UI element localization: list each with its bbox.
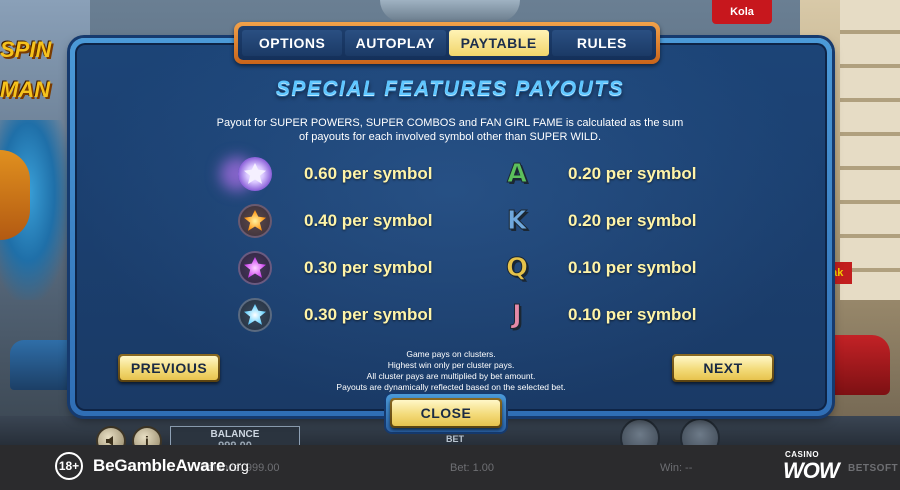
payout-row: K 0.20 per symbol bbox=[494, 201, 697, 241]
note-line: Game pays on clusters. bbox=[406, 349, 496, 359]
background-arch bbox=[380, 0, 520, 22]
payout-value: 0.30 per symbol bbox=[304, 258, 433, 277]
close-button-label: CLOSE bbox=[392, 400, 500, 426]
white-crystal-icon bbox=[232, 154, 278, 194]
letter-q-icon: Q bbox=[505, 253, 529, 283]
payout-row: 0.60 per symbol bbox=[232, 154, 433, 194]
payout-value: 0.60 per symbol bbox=[304, 164, 433, 183]
letter-j-icon: J bbox=[512, 300, 523, 330]
letter-k-icon: K bbox=[506, 206, 528, 236]
balance-label: BALANCE bbox=[210, 429, 260, 440]
tab-autoplay[interactable]: AUTOPLAY bbox=[345, 30, 446, 56]
page-title: SPECIAL FEATURES PAYOUTS bbox=[275, 77, 625, 100]
note-line: Payouts are dynamically reflected based … bbox=[336, 382, 566, 392]
begambleaware-link[interactable]: BeGambleAware.org bbox=[93, 456, 249, 476]
payout-row: 0.30 per symbol bbox=[232, 295, 433, 335]
footer-win: Win: -- bbox=[660, 462, 693, 474]
tab-bar: OPTIONS AUTOPLAY PAYTABLE RULES bbox=[234, 22, 660, 64]
close-button-frame: CLOSE bbox=[386, 394, 506, 432]
payout-row: 0.40 per symbol bbox=[232, 201, 433, 241]
tabs: OPTIONS AUTOPLAY PAYTABLE RULES bbox=[238, 26, 656, 60]
next-button-label: NEXT bbox=[674, 356, 772, 380]
payout-row: 0.30 per symbol bbox=[232, 248, 433, 288]
rules-notes: Game pays on clusters. Highest win only … bbox=[280, 349, 622, 393]
next-button[interactable]: NEXT bbox=[672, 354, 774, 382]
payout-value: 0.20 per symbol bbox=[568, 164, 697, 183]
begambleaware-org: .org bbox=[225, 458, 249, 474]
provider-logo: BETSOFT bbox=[848, 463, 899, 474]
note-line: Highest win only per cluster pays. bbox=[387, 360, 515, 370]
payout-value: 0.30 per symbol bbox=[304, 305, 433, 324]
payout-value: 0.40 per symbol bbox=[304, 211, 433, 230]
letter-a-icon: A bbox=[506, 159, 528, 189]
begambleaware-text: BeGambleAware bbox=[93, 456, 226, 475]
payout-value: 0.10 per symbol bbox=[568, 258, 697, 277]
payout-row: Q 0.10 per symbol bbox=[494, 248, 697, 288]
age-restriction-badge: 18+ bbox=[55, 452, 83, 480]
tab-options[interactable]: OPTIONS bbox=[242, 30, 343, 56]
purple-crystal-icon bbox=[232, 248, 278, 288]
previous-button-label: PREVIOUS bbox=[120, 356, 218, 380]
payout-value: 0.10 per symbol bbox=[568, 305, 697, 324]
blue-crystal-icon bbox=[232, 295, 278, 335]
tab-paytable[interactable]: PAYTABLE bbox=[448, 30, 549, 56]
payout-description: Payout for SUPER POWERS, SUPER COMBOS an… bbox=[200, 116, 700, 144]
payout-row: A 0.20 per symbol bbox=[494, 154, 697, 194]
payout-row: J 0.10 per symbol bbox=[494, 295, 697, 335]
previous-button[interactable]: PREVIOUS bbox=[118, 354, 220, 382]
background-sign-cola: Kola bbox=[712, 0, 772, 24]
background-building bbox=[840, 0, 900, 300]
note-line: All cluster pays are multiplied by bet a… bbox=[366, 371, 536, 381]
orange-crystal-icon bbox=[232, 201, 278, 241]
tab-rules[interactable]: RULES bbox=[551, 30, 652, 56]
payout-value: 0.20 per symbol bbox=[568, 211, 697, 230]
close-button[interactable]: CLOSE bbox=[390, 398, 502, 428]
description-line-2: of payouts for each involved symbol othe… bbox=[298, 131, 602, 143]
description-line-1: Payout for SUPER POWERS, SUPER COMBOS an… bbox=[216, 117, 684, 129]
footer-bet: Bet: 1.00 bbox=[450, 462, 495, 474]
casino-wow-logo: WOW bbox=[783, 458, 840, 483]
